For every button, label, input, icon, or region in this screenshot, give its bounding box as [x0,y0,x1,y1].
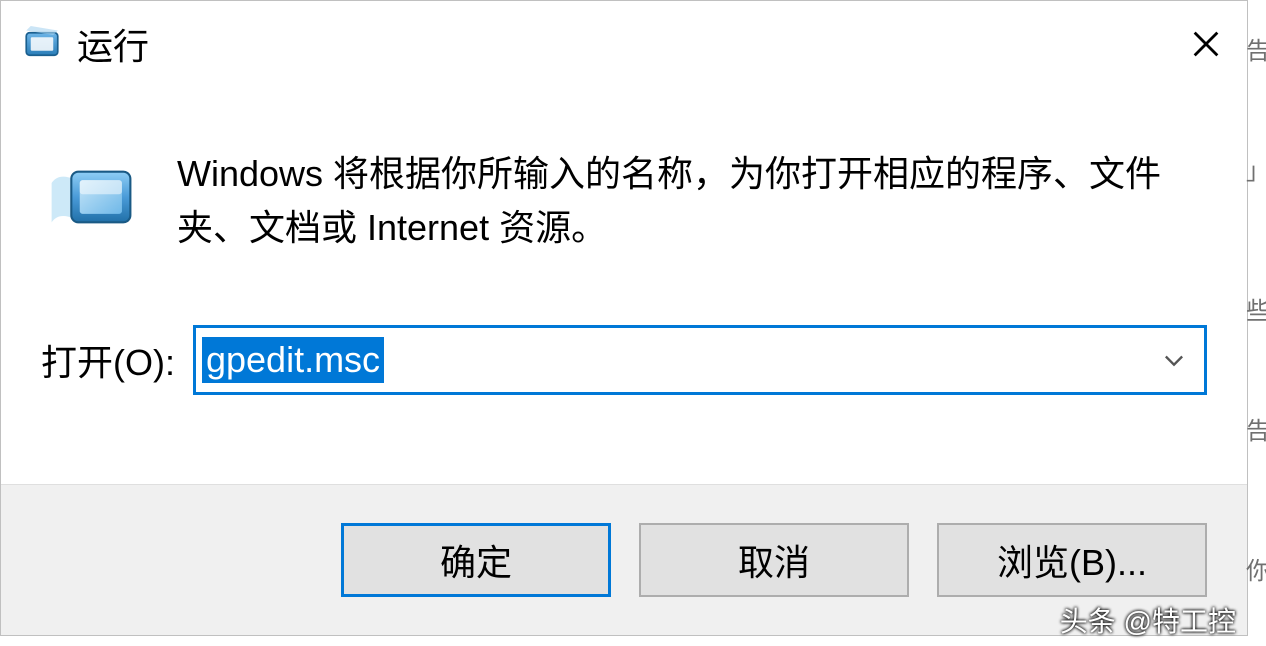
combobox-dropdown-button[interactable] [1144,328,1204,392]
run-large-icon [41,147,141,247]
cancel-button[interactable]: 取消 [639,523,909,597]
run-icon [21,23,63,65]
description-row: Windows 将根据你所输入的名称，为你打开相应的程序、文件夹、文档或 Int… [41,147,1207,255]
content-area: Windows 将根据你所输入的名称，为你打开相应的程序、文件夹、文档或 Int… [1,87,1247,485]
description-text: Windows 将根据你所输入的名称，为你打开相应的程序、文件夹、文档或 Int… [177,147,1207,255]
close-button[interactable] [1185,23,1227,65]
titlebar: 运行 [1,1,1247,87]
open-label: 打开(O): [41,334,175,386]
browse-button[interactable]: 浏览(B)... [937,523,1207,597]
chevron-down-icon [1160,346,1188,374]
button-bar: 确定 取消 浏览(B)... [1,485,1247,635]
run-dialog: 运行 [0,0,1248,636]
open-combobox[interactable]: gpedit.msc [193,325,1207,395]
background-edge: 告 」 些 告 你 [1248,0,1266,646]
input-row: 打开(O): gpedit.msc [41,325,1207,395]
close-icon [1189,27,1223,61]
open-input-value[interactable]: gpedit.msc [202,337,384,383]
dialog-title: 运行 [77,18,149,70]
ok-button[interactable]: 确定 [341,523,611,597]
